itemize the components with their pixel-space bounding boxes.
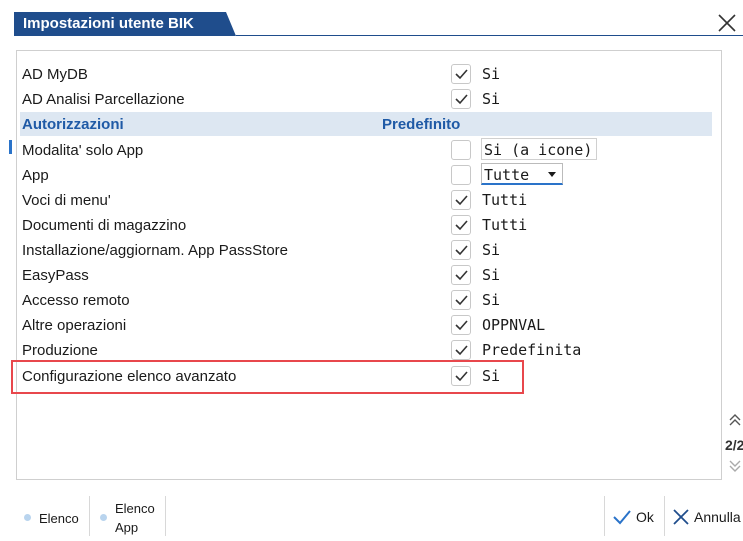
- setting-label: AD Analisi Parcellazione: [22, 91, 185, 108]
- setting-checkbox[interactable]: [451, 190, 471, 210]
- setting-label: Altre operazioni: [22, 317, 127, 334]
- page-indicator: 2/2: [725, 437, 743, 453]
- setting-checkbox[interactable]: [451, 240, 471, 260]
- check-icon: [455, 320, 468, 331]
- tab-label-line2: App: [115, 520, 139, 535]
- setting-value: Si: [482, 90, 501, 108]
- setting-row-documenti-magazzino[interactable]: Documenti di magazzino Tutti: [22, 213, 712, 237]
- checkmark-icon: [613, 510, 631, 525]
- check-icon: [455, 245, 468, 256]
- setting-checkbox[interactable]: [451, 89, 471, 109]
- setting-row-installazione-passstore[interactable]: Installazione/aggiornam. App PassStore S…: [22, 238, 712, 262]
- setting-label: EasyPass: [22, 267, 89, 284]
- double-chevron-up-icon: [729, 414, 741, 426]
- setting-label: Produzione: [22, 342, 98, 359]
- setting-checkbox[interactable]: [451, 265, 471, 285]
- tab-dot-icon: [24, 514, 31, 521]
- setting-value: Predefinita: [482, 341, 582, 359]
- setting-value: Tutti: [482, 191, 528, 209]
- setting-checkbox[interactable]: [451, 215, 471, 235]
- section-header-autorizzazioni: Autorizzazioni Predefinito: [20, 112, 712, 136]
- window-title: Impostazioni utente BIK: [23, 15, 194, 32]
- section-column-header: Predefinito: [382, 116, 461, 133]
- tab-elenco[interactable]: Elenco: [18, 494, 88, 538]
- select-value: Tutte: [484, 166, 530, 184]
- setting-checkbox[interactable]: [451, 140, 471, 160]
- setting-label: Documenti di magazzino: [22, 217, 187, 234]
- title-underline: [236, 35, 743, 36]
- app-select[interactable]: Tutte: [481, 163, 563, 185]
- setting-row-accesso-remoto[interactable]: Accesso remoto Si: [22, 288, 712, 312]
- dropdown-arrow-icon: [548, 172, 556, 177]
- annulla-label: Annulla: [694, 509, 741, 525]
- tab-label: Elenco: [39, 511, 79, 526]
- setting-value-field[interactable]: Si (a icone): [481, 138, 597, 160]
- setting-row-ad-analisi[interactable]: AD Analisi Parcellazione Si: [22, 87, 712, 111]
- ok-button[interactable]: Ok: [612, 506, 662, 528]
- check-icon: [455, 220, 468, 231]
- page-down-button[interactable]: [728, 458, 742, 474]
- setting-label: AD MyDB: [22, 66, 88, 83]
- setting-checkbox[interactable]: [451, 64, 471, 84]
- check-icon: [455, 94, 468, 105]
- setting-value: Si (a icone): [484, 141, 593, 159]
- setting-value: Si: [482, 266, 501, 284]
- setting-row-produzione[interactable]: Produzione Predefinita: [22, 338, 712, 362]
- double-chevron-down-icon: [729, 460, 741, 472]
- setting-value: OPPNVAL: [482, 316, 546, 334]
- title-bar: Impostazioni utente BIK: [0, 0, 743, 40]
- setting-row-easypass[interactable]: EasyPass Si: [22, 263, 712, 287]
- page-up-button[interactable]: [728, 412, 742, 428]
- setting-value: Si: [482, 291, 501, 309]
- setting-label: App: [22, 167, 49, 184]
- setting-row-modalita-solo-app[interactable]: Modalita' solo App Si (a icone): [22, 138, 712, 162]
- title-tab: Impostazioni utente BIK: [14, 12, 236, 36]
- bottom-toolbar: Elenco Elenco App Ok Annulla: [0, 494, 743, 541]
- setting-checkbox[interactable]: [451, 165, 471, 185]
- tab-separator: [165, 496, 166, 536]
- setting-row-ad-mydb[interactable]: AD MyDB Si: [22, 62, 712, 86]
- check-icon: [455, 195, 468, 206]
- setting-label: Modalita' solo App: [22, 142, 144, 159]
- check-icon: [455, 345, 468, 356]
- setting-row-app[interactable]: App Tutte: [22, 163, 712, 187]
- ok-label: Ok: [636, 509, 654, 525]
- setting-checkbox[interactable]: [451, 290, 471, 310]
- setting-value: Si: [482, 241, 501, 259]
- check-icon: [455, 270, 468, 281]
- setting-row-altre-operazioni[interactable]: Altre operazioni OPPNVAL: [22, 313, 712, 337]
- button-separator: [664, 496, 665, 536]
- setting-label: Accesso remoto: [22, 292, 130, 309]
- section-title: Autorizzazioni: [22, 116, 124, 133]
- button-separator: [604, 496, 605, 536]
- close-icon: [718, 14, 736, 32]
- cancel-x-icon: [673, 509, 689, 525]
- check-icon: [455, 69, 468, 80]
- row-focus-marker: [9, 140, 12, 154]
- setting-value: Si: [482, 65, 501, 83]
- setting-label: Installazione/aggiornam. App PassStore: [22, 242, 288, 259]
- tab-dot-icon: [100, 514, 107, 521]
- setting-value: Tutti: [482, 216, 528, 234]
- check-icon: [455, 295, 468, 306]
- setting-checkbox[interactable]: [451, 340, 471, 360]
- highlight-box: [11, 360, 524, 394]
- annulla-button[interactable]: Annulla: [670, 506, 743, 528]
- setting-row-voci-menu[interactable]: Voci di menu' Tutti: [22, 188, 712, 212]
- setting-checkbox[interactable]: [451, 315, 471, 335]
- tab-label-line1: Elenco: [115, 501, 155, 516]
- setting-label: Voci di menu': [22, 192, 111, 209]
- close-button[interactable]: [716, 12, 738, 34]
- tab-elenco-app[interactable]: Elenco App: [90, 494, 165, 538]
